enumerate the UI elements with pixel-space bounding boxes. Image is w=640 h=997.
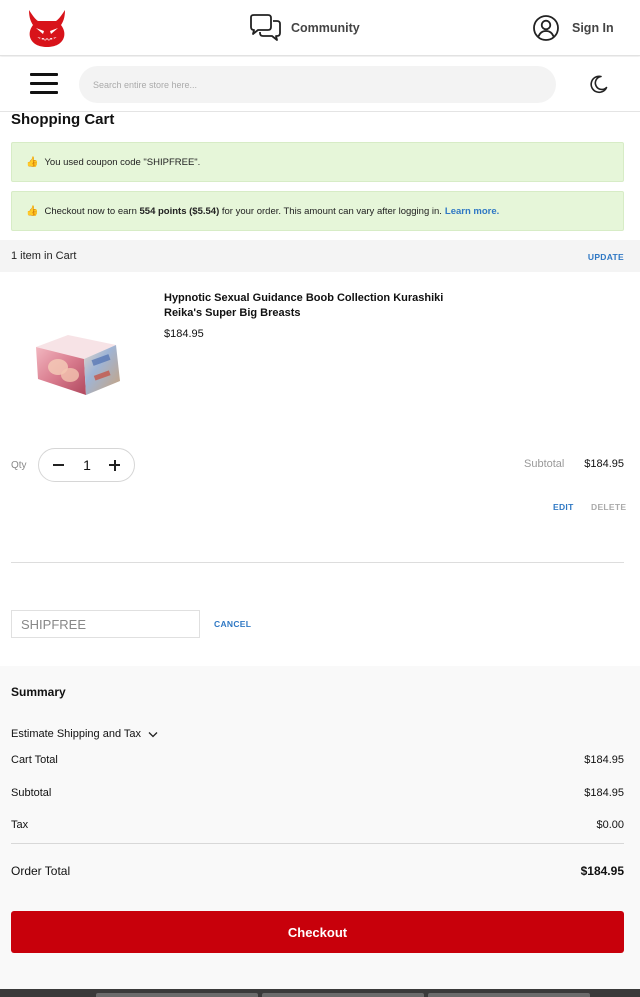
cart-total-label: Cart Total [11,754,58,766]
page-title: Shopping Cart [11,111,115,128]
checkout-button[interactable]: Checkout [11,911,624,953]
product-name[interactable]: Hypnotic Sexual Guidance Boob Collection… [164,291,464,321]
order-total-label: Order Total [11,864,71,878]
estimate-shipping-toggle[interactable]: Estimate Shipping and Tax [11,728,158,740]
product-image[interactable] [28,317,132,401]
thumbs-up-icon: 👍 [26,156,39,168]
chevron-down-icon [148,731,158,737]
divider [11,562,624,563]
community-label: Community [291,21,360,35]
cart-summary-bar: 1 item in Cart UPDATE [0,240,640,272]
order-total-value: $184.95 [580,864,624,878]
increase-qty-button[interactable] [109,457,123,473]
item-subtotal-value: $184.95 [584,458,624,470]
cart-item-count: 1 item in Cart [11,250,77,262]
edit-item-button[interactable]: EDIT [553,502,574,512]
window-bottom-strip [0,989,640,997]
qty-label: Qty [11,460,27,471]
chat-bubbles-icon [250,14,281,41]
product-price: $184.95 [164,328,204,340]
points-message: 👍 Checkout now to earn 554 points ($5.54… [11,191,624,231]
thumbs-up-icon: 👍 [26,205,39,217]
item-subtotal-label: Subtotal [524,458,565,470]
cancel-coupon-button[interactable]: CANCEL [214,619,251,629]
delete-item-button[interactable]: DELETE [591,502,626,512]
cart-total-value: $184.95 [584,754,624,766]
tax-value: $0.00 [596,819,624,831]
update-cart-button[interactable]: UPDATE [588,252,624,262]
points-amount: 554 points ($5.54) [139,205,220,217]
hamburger-menu-icon[interactable] [30,73,58,95]
user-circle-icon [533,15,559,41]
coupon-code-input[interactable] [11,610,200,638]
sign-in-label: Sign In [572,21,614,35]
top-header: Community Sign In [0,0,640,56]
quantity-stepper: 1 [38,448,135,482]
learn-more-link[interactable]: Learn more. [445,206,499,217]
points-message-text: Checkout now to earn 554 points ($5.54) … [44,205,442,217]
coupon-message-text: You used coupon code "SHIPFREE". [44,156,201,168]
coupon-success-message: 👍 You used coupon code "SHIPFREE". [11,142,624,182]
summary-subtotal-value: $184.95 [584,787,624,799]
devil-logo-icon[interactable] [24,8,70,48]
order-summary: Summary Estimate Shipping and Tax Cart T… [0,666,640,989]
decrease-qty-button[interactable] [53,457,67,473]
nav-bar [0,57,640,112]
summary-subtotal-label: Subtotal [11,787,52,799]
qty-value[interactable]: 1 [79,457,95,473]
moon-icon[interactable] [589,74,609,94]
sign-in-link[interactable]: Sign In [532,12,614,44]
community-link[interactable]: Community [247,12,360,44]
tax-label: Tax [11,819,29,831]
summary-title: Summary [11,685,66,699]
search-input[interactable] [79,66,556,103]
summary-divider [11,843,624,844]
estimate-shipping-label: Estimate Shipping and Tax [11,728,142,740]
